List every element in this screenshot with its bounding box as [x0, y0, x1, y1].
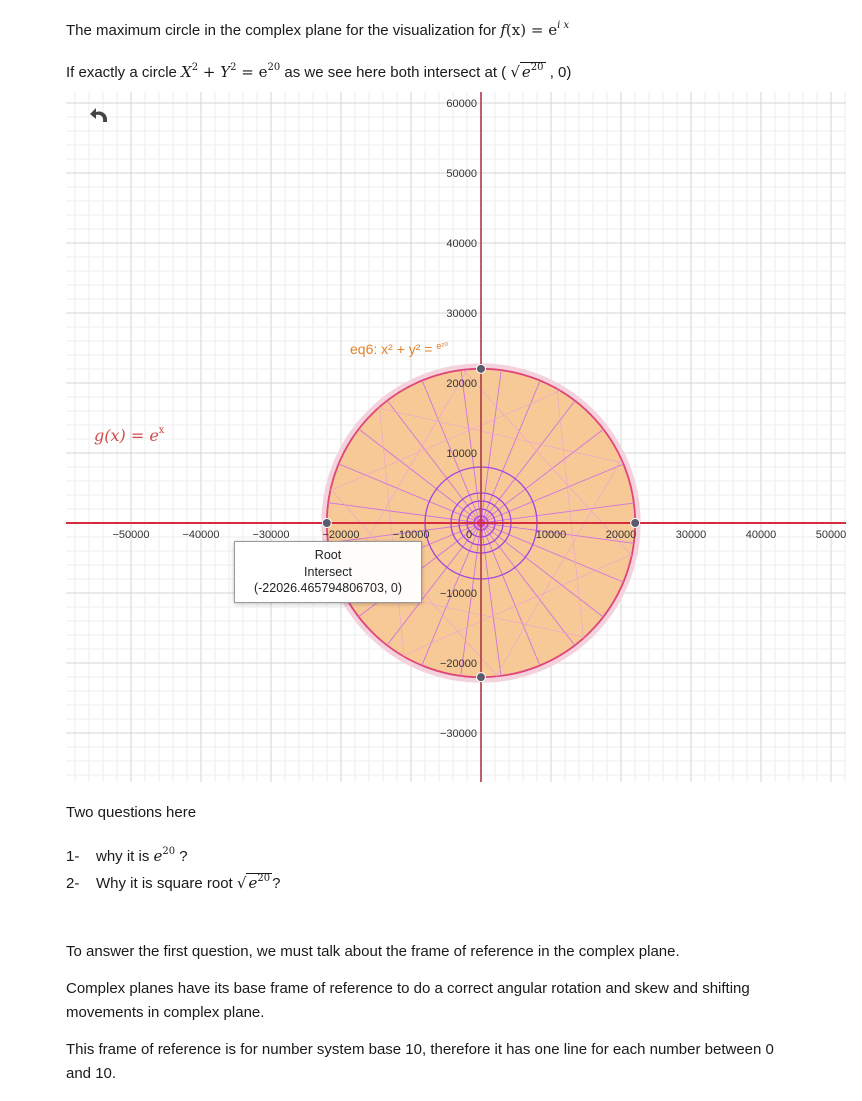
x-tick-label: 10000: [536, 529, 567, 541]
x-tick-label: −10000: [392, 529, 429, 541]
x-tick-label: −20000: [322, 529, 359, 541]
intersection-point: [476, 672, 486, 683]
circle-formula: X2 + Y2 = e20: [181, 62, 281, 81]
y-tick-label: −10000: [440, 588, 477, 600]
y-tick-label: 20000: [446, 378, 477, 390]
sqrt-formula: √ e20: [510, 62, 546, 81]
y-tick-label: −20000: [440, 658, 477, 670]
root-intersect-tooltip: Root Intersect (-22026.465794806703, 0): [234, 541, 422, 603]
questions-heading: Two questions here: [66, 804, 197, 821]
question-2: 2- Why it is square root √ e20?: [66, 873, 281, 892]
fx-formula: f(x) = ei x: [500, 20, 570, 39]
tooltip-title: Root: [314, 548, 342, 562]
y-tick-label: 50000: [446, 168, 477, 180]
intro-line-2: If exactly a circle X2 + Y2 = e20 as we …: [66, 56, 571, 85]
x-tick-label: −30000: [252, 529, 289, 541]
y-tick-label: −30000: [440, 728, 477, 740]
answer-paragraph-3: This frame of reference is for number sy…: [66, 1041, 774, 1082]
tooltip-coords: (-22026.465794806703, 0): [253, 581, 403, 595]
y-tick-label: 40000: [446, 238, 477, 250]
intersection-point: [321, 518, 332, 528]
x-tick-label: 30000: [676, 529, 707, 541]
x-tick-label: −40000: [182, 529, 219, 541]
answer-paragraph-1: To answer the first question, we must ta…: [66, 943, 680, 960]
x-tick-label: 40000: [746, 529, 777, 541]
y-tick-label: 60000: [446, 98, 477, 110]
graph-canvas[interactable]: −50000 −40000 −30000 −20000 −10000 0 10000 2000…: [66, 92, 846, 782]
intro-line-1: The maximum circle in the complex plane …: [66, 14, 569, 43]
x-tick-label: 50000: [816, 529, 846, 541]
undo-icon[interactable]: [88, 104, 114, 126]
x-tick-label: −50000: [112, 529, 149, 541]
y-tick-label: 10000: [446, 448, 477, 460]
intro-line-1-text: The maximum circle in the complex plane …: [66, 22, 501, 39]
questions-list: 1- why it is e20 ? 2- Why it is square roo…: [66, 838, 280, 892]
answer-paragraph-2: Complex planes have its base frame of re…: [66, 980, 750, 1021]
tooltip-subtitle: Intersect: [304, 564, 352, 579]
intersection-point: [630, 518, 641, 528]
x-tick-label: 20000: [606, 529, 637, 541]
g-function-label: g(x) = ex: [94, 425, 165, 445]
eq6-label: eq6: x² + y² = e²⁰: [350, 341, 448, 357]
question-1: 1- why it is e20 ?: [66, 846, 188, 865]
graph-panel[interactable]: −50000 −40000 −30000 −20000 −10000 0 10000 2000…: [66, 92, 846, 782]
y-tick-label: 30000: [446, 308, 477, 320]
intersection-point: [476, 363, 486, 374]
x-tick-label: 0: [466, 529, 472, 541]
